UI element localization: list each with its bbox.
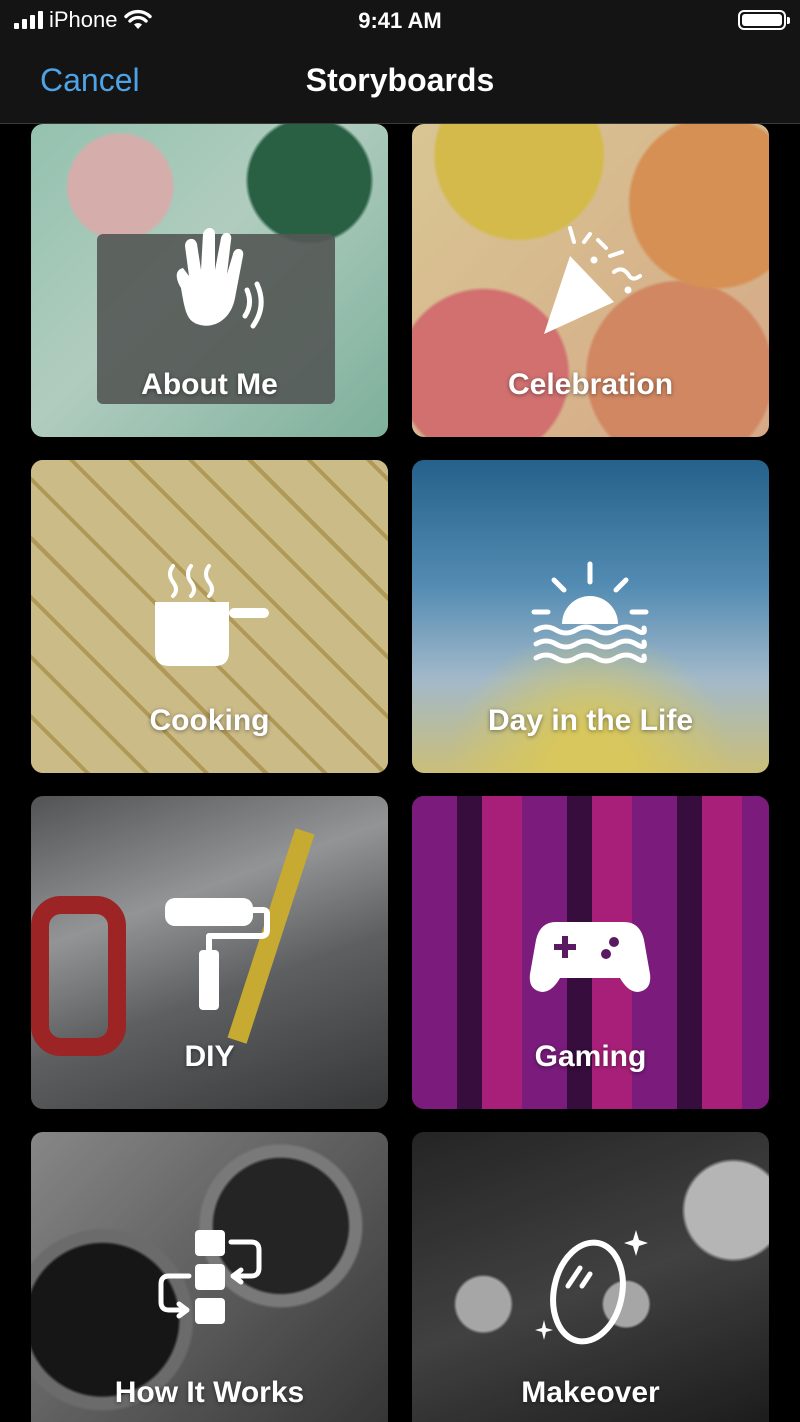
tile-label: DIY xyxy=(184,1040,235,1073)
cooking-pot-icon xyxy=(155,564,269,666)
waving-hand-icon xyxy=(176,228,264,329)
storyboard-tile-gaming[interactable]: Gaming xyxy=(412,796,769,1109)
tile-label: About Me xyxy=(141,368,278,401)
battery-icon xyxy=(738,10,790,30)
storyboard-tile-makeover[interactable]: Makeover xyxy=(412,1132,769,1422)
process-steps-icon xyxy=(158,1230,262,1324)
storyboard-tile-about-me[interactable]: About Me xyxy=(31,124,388,437)
storyboard-tile-diy[interactable]: DIY xyxy=(31,796,388,1109)
storyboard-grid: About Me Celebration Cooking Day in the … xyxy=(0,124,800,1422)
storyboard-tile-celebration[interactable]: Celebration xyxy=(412,124,769,437)
tile-label: How It Works xyxy=(114,1376,305,1409)
sunrise-icon xyxy=(531,561,649,664)
tile-label: Cooking xyxy=(149,704,270,737)
clock: 9:41 AM xyxy=(358,8,442,33)
storyboard-tile-cooking[interactable]: Cooking xyxy=(31,460,388,773)
mirror-sparkle-icon xyxy=(535,1230,648,1345)
tile-label: Celebration xyxy=(507,368,674,401)
storyboard-tile-how-it-works[interactable]: How It Works xyxy=(31,1132,388,1422)
cancel-button[interactable]: Cancel xyxy=(40,62,140,99)
tile-label: Makeover xyxy=(521,1376,660,1409)
tile-label: Gaming xyxy=(534,1040,647,1073)
party-popper-icon xyxy=(544,226,642,334)
status-bar: iPhone 9:41 AM xyxy=(0,0,800,40)
storyboard-tile-day-in-the-life[interactable]: Day in the Life xyxy=(412,460,769,773)
paint-roller-icon xyxy=(165,898,270,1010)
game-controller-icon xyxy=(529,922,651,992)
navigation-bar: Cancel Storyboards xyxy=(0,40,800,124)
tile-label: Day in the Life xyxy=(487,704,694,737)
